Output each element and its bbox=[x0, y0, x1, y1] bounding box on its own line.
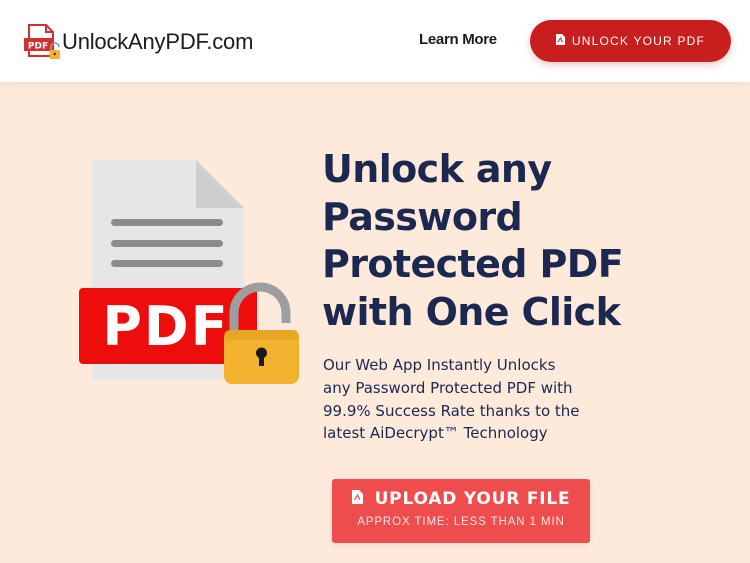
upload-main-row: UPLOAD YOUR FILE bbox=[332, 489, 590, 509]
headline-line: Password bbox=[322, 194, 523, 239]
unlock-your-pdf-label: UNLOCK YOUR PDF bbox=[571, 34, 706, 48]
pdf-file-icon bbox=[555, 34, 565, 48]
hero-description: Our Web App Instantly Unlocks any Passwo… bbox=[323, 354, 583, 445]
upload-file-button[interactable]: UPLOAD YOUR FILE APPROX TIME: LESS THAN … bbox=[332, 479, 590, 543]
headline-line: with One Click bbox=[322, 289, 621, 334]
description-line: any Password Protected PDF with bbox=[323, 378, 573, 397]
pdf-lock-icon: PDF bbox=[24, 23, 60, 61]
unlock-your-pdf-button[interactable]: UNLOCK YOUR PDF bbox=[530, 20, 731, 62]
upload-time-note: APPROX TIME: LESS THAN 1 MIN bbox=[357, 516, 565, 528]
description-line: 99.9% Success Rate thanks to the bbox=[323, 401, 580, 420]
headline-line: Protected PDF bbox=[322, 242, 624, 286]
site-header: PDF UnlockAnyPDF.com Learn More UNLOCK Y… bbox=[0, 0, 750, 82]
site-logo[interactable]: PDF UnlockAnyPDF.com bbox=[24, 23, 253, 61]
upload-file-label: UPLOAD YOUR FILE bbox=[374, 489, 571, 509]
svg-text:PDF: PDF bbox=[102, 295, 229, 358]
pdf-unlocked-illustration: PDF bbox=[78, 158, 303, 388]
learn-more-link[interactable]: Learn More bbox=[419, 31, 497, 48]
description-line: Our Web App Instantly Unlocks bbox=[323, 356, 556, 374]
svg-text:PDF: PDF bbox=[28, 42, 48, 52]
headline-line: Unlock any bbox=[322, 147, 552, 191]
hero-headline: Unlock any Password Protected PDF with O… bbox=[322, 146, 732, 336]
logo-text: UnlockAnyPDF.com bbox=[62, 29, 254, 54]
description-line: latest AiDecrypt™ Technology bbox=[323, 424, 548, 443]
pdf-file-icon bbox=[351, 489, 363, 509]
